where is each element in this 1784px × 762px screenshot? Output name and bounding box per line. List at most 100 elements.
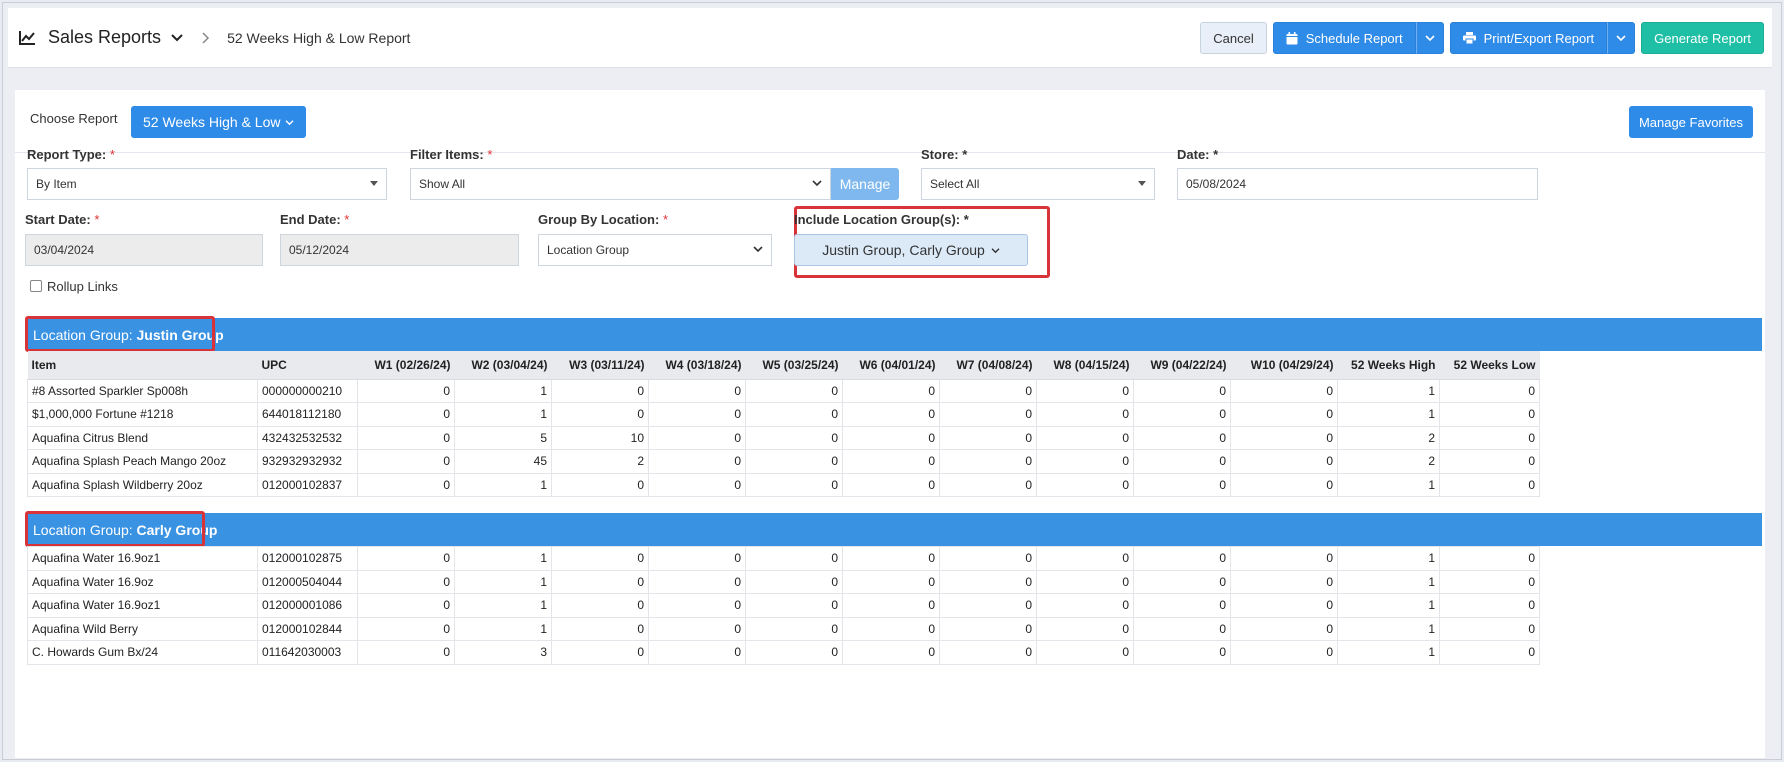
table-row: Aquafina Splash Peach Mango 20oz 93293293… bbox=[27, 449, 1540, 474]
value-cell: 0 bbox=[745, 640, 843, 665]
report-type-label: Report Type: * bbox=[27, 147, 115, 162]
value-cell: 0 bbox=[842, 616, 940, 641]
column-header[interactable]: 52 Weeks Low bbox=[1439, 351, 1540, 380]
chevron-down-icon bbox=[753, 246, 763, 253]
value-cell: 0 bbox=[551, 402, 649, 427]
cancel-button[interactable]: Cancel bbox=[1200, 22, 1267, 54]
end-date-value: 05/12/2024 bbox=[289, 243, 350, 257]
include-groups-label-text: Include Location Group(s): bbox=[794, 212, 961, 227]
upc-cell: 012000001086 bbox=[257, 593, 358, 618]
date-label-text: Date: bbox=[1177, 147, 1210, 162]
value-cell: 0 bbox=[842, 593, 940, 618]
rollup-links-checkbox[interactable] bbox=[30, 280, 42, 292]
include-groups-value: Justin Group, Carly Group bbox=[822, 242, 985, 258]
start-date-input[interactable]: 03/04/2024 bbox=[25, 234, 263, 266]
group-header-highlight bbox=[25, 316, 215, 352]
schedule-dropdown-button[interactable] bbox=[1415, 22, 1444, 54]
choose-report-label: Choose Report bbox=[30, 111, 118, 126]
item-cell: #8 Assorted Sparkler Sp008h bbox=[27, 378, 258, 403]
column-header[interactable]: W10 (04/29/24) bbox=[1230, 351, 1338, 380]
value-cell: 0 bbox=[939, 402, 1037, 427]
page-title[interactable]: Sales Reports bbox=[48, 27, 161, 48]
upc-cell: 432432532532 bbox=[257, 425, 358, 450]
filter-items-label-text: Filter Items: bbox=[410, 147, 484, 162]
value-cell: 0 bbox=[357, 546, 455, 571]
report-type-select[interactable]: By Item bbox=[27, 168, 387, 200]
column-header[interactable]: W7 (04/08/24) bbox=[939, 351, 1037, 380]
store-select[interactable]: Select All bbox=[921, 168, 1155, 200]
column-header[interactable]: UPC bbox=[257, 351, 358, 380]
value-cell: 0 bbox=[745, 449, 843, 474]
value-cell: 1 bbox=[454, 378, 552, 403]
report-type-value: By Item bbox=[36, 177, 77, 191]
report-type-label-text: Report Type: bbox=[27, 147, 107, 162]
table-row: Aquafina Water 16.9oz 012000504044 0 1 0 0 0 0 0… bbox=[27, 569, 1540, 594]
column-header[interactable]: Item bbox=[27, 351, 258, 380]
value-cell: 0 bbox=[648, 616, 746, 641]
generate-report-button[interactable]: Generate Report bbox=[1641, 22, 1764, 54]
value-cell: 0 bbox=[939, 640, 1037, 665]
column-header[interactable]: W8 (04/15/24) bbox=[1036, 351, 1134, 380]
include-location-groups-dropdown[interactable]: Justin Group, Carly Group bbox=[794, 234, 1028, 266]
column-header[interactable]: W9 (04/22/24) bbox=[1133, 351, 1231, 380]
value-cell: 0 bbox=[648, 472, 746, 497]
value-cell: 0 bbox=[1036, 616, 1134, 641]
column-header[interactable]: W3 (03/11/24) bbox=[551, 351, 649, 380]
upc-cell: 012000102875 bbox=[257, 546, 358, 571]
calendar-icon bbox=[1286, 31, 1298, 44]
value-cell: 1 bbox=[454, 593, 552, 618]
value-cell: 0 bbox=[842, 402, 940, 427]
start-date-value: 03/04/2024 bbox=[34, 243, 95, 257]
chevron-down-icon[interactable] bbox=[171, 33, 183, 43]
value-cell: 0 bbox=[745, 616, 843, 641]
required-marker: * bbox=[662, 212, 669, 227]
group-header-highlight bbox=[25, 511, 205, 547]
value-cell: 1 bbox=[1337, 569, 1440, 594]
top-bar: Sales Reports 52 Weeks High & Low Report… bbox=[8, 8, 1772, 68]
date-input[interactable]: 05/08/2024 bbox=[1177, 168, 1538, 200]
value-cell: 0 bbox=[1439, 449, 1540, 474]
value-cell: 0 bbox=[357, 640, 455, 665]
required-marker: * bbox=[487, 147, 493, 162]
column-header[interactable]: 52 Weeks High bbox=[1337, 351, 1440, 380]
value-cell: 0 bbox=[1230, 593, 1338, 618]
value-cell: 0 bbox=[1133, 472, 1231, 497]
choose-report-dropdown[interactable]: 52 Weeks High & Low bbox=[131, 106, 307, 138]
filter-items-select[interactable]: Show All bbox=[410, 168, 831, 200]
manage-favorites-button[interactable]: Manage Favorites bbox=[1628, 106, 1753, 138]
filter-items-value: Show All bbox=[419, 177, 466, 191]
print-export-dropdown-button[interactable] bbox=[1607, 22, 1636, 54]
store-label: Store: * bbox=[921, 147, 967, 162]
manage-button[interactable]: Manage bbox=[831, 168, 899, 200]
value-cell: 0 bbox=[357, 569, 455, 594]
column-header[interactable]: W2 (03/04/24) bbox=[454, 351, 552, 380]
value-cell: 1 bbox=[1337, 593, 1440, 618]
end-date-input[interactable]: 05/12/2024 bbox=[280, 234, 519, 266]
column-header[interactable]: W5 (03/25/24) bbox=[745, 351, 843, 380]
value-cell: 0 bbox=[1133, 378, 1231, 403]
required-marker: * bbox=[1213, 147, 1219, 162]
column-header[interactable]: W4 (03/18/24) bbox=[648, 351, 746, 380]
choose-report-value: 52 Weeks High & Low bbox=[143, 114, 281, 130]
required-marker: * bbox=[963, 212, 969, 227]
value-cell: 0 bbox=[1133, 593, 1231, 618]
value-cell: 0 bbox=[1133, 546, 1231, 571]
schedule-report-button[interactable]: Schedule Report bbox=[1272, 22, 1416, 54]
value-cell: 0 bbox=[939, 472, 1037, 497]
value-cell: 1 bbox=[1337, 546, 1440, 571]
value-cell: 5 bbox=[454, 425, 552, 450]
print-export-button[interactable]: Print/Export Report bbox=[1449, 22, 1608, 54]
table-row: Aquafina Water 16.9oz1 012000001086 0 1 0 0 0 0… bbox=[27, 593, 1540, 618]
value-cell: 0 bbox=[1036, 472, 1134, 497]
value-cell: 3 bbox=[454, 640, 552, 665]
column-header[interactable]: W6 (04/01/24) bbox=[842, 351, 940, 380]
value-cell: 2 bbox=[1337, 425, 1440, 450]
value-cell: 1 bbox=[1337, 640, 1440, 665]
group-by-value: Location Group bbox=[547, 243, 630, 257]
group-by-location-select[interactable]: Location Group bbox=[538, 234, 772, 266]
value-cell: 1 bbox=[454, 569, 552, 594]
value-cell: 0 bbox=[745, 402, 843, 427]
chevron-right-icon bbox=[202, 31, 210, 44]
column-header[interactable]: W1 (02/26/24) bbox=[357, 351, 455, 380]
item-cell: Aquafina Citrus Blend bbox=[27, 425, 258, 450]
